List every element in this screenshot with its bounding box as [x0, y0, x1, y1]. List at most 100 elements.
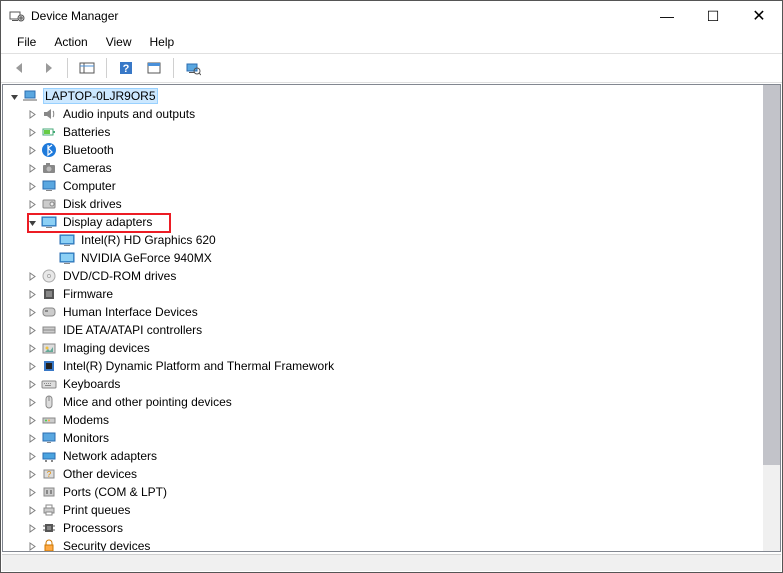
tree-category-network[interactable]: Network adapters — [3, 447, 763, 465]
tree-node-label: Processors — [61, 521, 125, 535]
maximize-button[interactable]: ☐ — [690, 1, 736, 31]
tree-device[interactable]: Intel(R) HD Graphics 620 — [3, 231, 763, 249]
tree-category-mouse[interactable]: Mice and other pointing devices — [3, 393, 763, 411]
tree-category-battery[interactable]: Batteries — [3, 123, 763, 141]
tree-category-audio[interactable]: Audio inputs and outputs — [3, 105, 763, 123]
tree-node-label: Disk drives — [61, 197, 124, 211]
chevron-right-icon[interactable] — [25, 305, 39, 319]
chevron-right-icon[interactable] — [25, 503, 39, 517]
chevron-right-icon[interactable] — [25, 431, 39, 445]
tree-node-label: Ports (COM & LPT) — [61, 485, 169, 499]
toolbar-separator — [106, 58, 107, 78]
tree-category-modem[interactable]: Modems — [3, 411, 763, 429]
tree-category-security[interactable]: Security devices — [3, 537, 763, 551]
chevron-right-icon[interactable] — [25, 377, 39, 391]
app-icon — [9, 8, 25, 24]
svg-text:?: ? — [47, 470, 52, 479]
minimize-button[interactable]: — — [644, 1, 690, 31]
forward-button[interactable] — [37, 57, 59, 79]
ide-icon — [41, 322, 57, 338]
scrollbar-thumb[interactable] — [763, 85, 780, 465]
tree-node-label: Intel(R) Dynamic Platform and Thermal Fr… — [61, 359, 336, 373]
chevron-right-icon[interactable] — [25, 287, 39, 301]
chevron-right-icon[interactable] — [25, 521, 39, 535]
chevron-right-icon[interactable] — [25, 467, 39, 481]
tree-node-label: Other devices — [61, 467, 139, 481]
tree-node-label: Intel(R) HD Graphics 620 — [79, 233, 218, 247]
tree-device[interactable]: NVIDIA GeForce 940MX — [3, 249, 763, 267]
tree-category-hid[interactable]: Human Interface Devices — [3, 303, 763, 321]
tree-category-thermal[interactable]: Intel(R) Dynamic Platform and Thermal Fr… — [3, 357, 763, 375]
tree-category-disk[interactable]: Disk drives — [3, 195, 763, 213]
properties-button[interactable] — [143, 57, 165, 79]
back-button[interactable] — [9, 57, 31, 79]
mouse-icon — [41, 394, 57, 410]
keyboard-icon — [41, 376, 57, 392]
menu-view[interactable]: View — [98, 33, 140, 51]
menu-file[interactable]: File — [9, 33, 44, 51]
chevron-right-icon[interactable] — [25, 269, 39, 283]
tree-node-label: Human Interface Devices — [61, 305, 200, 319]
tree-node-label: Monitors — [61, 431, 111, 445]
tree-node-label: Cameras — [61, 161, 114, 175]
chevron-right-icon[interactable] — [25, 485, 39, 499]
network-icon — [41, 448, 57, 464]
disk-icon — [41, 196, 57, 212]
chevron-right-icon[interactable] — [25, 125, 39, 139]
window-title: Device Manager — [31, 9, 644, 23]
chevron-right-icon[interactable] — [25, 359, 39, 373]
tree-container: LAPTOP-0LJR9OR5 Audio inputs and outputs… — [2, 84, 781, 552]
chevron-down-icon[interactable] — [25, 215, 39, 229]
chevron-right-icon[interactable] — [25, 539, 39, 551]
close-button[interactable]: ✕ — [736, 1, 782, 31]
tree-category-imaging[interactable]: Imaging devices — [3, 339, 763, 357]
tree-category-keyboard[interactable]: Keyboards — [3, 375, 763, 393]
device-tree[interactable]: LAPTOP-0LJR9OR5 Audio inputs and outputs… — [3, 85, 763, 551]
tree-category-display[interactable]: Display adapters — [3, 213, 763, 231]
tree-category-camera[interactable]: Cameras — [3, 159, 763, 177]
tree-category-computer[interactable]: Computer — [3, 177, 763, 195]
tree-node-label: Print queues — [61, 503, 132, 517]
menubar: File Action View Help — [1, 31, 782, 53]
tree-category-cpu[interactable]: Processors — [3, 519, 763, 537]
chevron-right-icon[interactable] — [25, 395, 39, 409]
display-icon — [59, 250, 75, 266]
tree-category-printer[interactable]: Print queues — [3, 501, 763, 519]
show-hide-tree-button[interactable] — [76, 57, 98, 79]
chevron-right-icon[interactable] — [25, 143, 39, 157]
titlebar: Device Manager — ☐ ✕ — [1, 1, 782, 31]
chevron-right-icon[interactable] — [25, 323, 39, 337]
tree-category-firmware[interactable]: Firmware — [3, 285, 763, 303]
chevron-right-icon[interactable] — [25, 449, 39, 463]
tree-root[interactable]: LAPTOP-0LJR9OR5 — [3, 87, 763, 105]
menu-action[interactable]: Action — [46, 33, 95, 51]
tree-category-ports[interactable]: Ports (COM & LPT) — [3, 483, 763, 501]
tree-node-label: Firmware — [61, 287, 115, 301]
chevron-right-icon[interactable] — [25, 161, 39, 175]
tree-category-other[interactable]: ? Other devices — [3, 465, 763, 483]
tree-category-dvd[interactable]: DVD/CD-ROM drives — [3, 267, 763, 285]
tree-category-ide[interactable]: IDE ATA/ATAPI controllers — [3, 321, 763, 339]
chevron-right-icon[interactable] — [25, 197, 39, 211]
vertical-scrollbar[interactable] — [763, 85, 780, 551]
chevron-right-icon[interactable] — [25, 341, 39, 355]
tree-node-label: Imaging devices — [61, 341, 152, 355]
toolbar-separator — [67, 58, 68, 78]
tree-category-bluetooth[interactable]: Bluetooth — [3, 141, 763, 159]
chevron-right-icon[interactable] — [25, 413, 39, 427]
menu-help[interactable]: Help — [142, 33, 183, 51]
chevron-right-icon[interactable] — [25, 179, 39, 193]
modem-icon — [41, 412, 57, 428]
bluetooth-icon — [41, 142, 57, 158]
monitor-icon — [41, 430, 57, 446]
chevron-down-icon[interactable] — [7, 89, 21, 103]
tree-category-monitor[interactable]: Monitors — [3, 429, 763, 447]
tree-node-label: Keyboards — [61, 377, 122, 391]
chevron-right-icon[interactable] — [25, 107, 39, 121]
scan-hardware-button[interactable] — [182, 57, 204, 79]
tree-node-label: Audio inputs and outputs — [61, 107, 197, 121]
help-button[interactable]: ? — [115, 57, 137, 79]
firmware-icon — [41, 286, 57, 302]
tree-node-label: IDE ATA/ATAPI controllers — [61, 323, 204, 337]
other-icon: ? — [41, 466, 57, 482]
